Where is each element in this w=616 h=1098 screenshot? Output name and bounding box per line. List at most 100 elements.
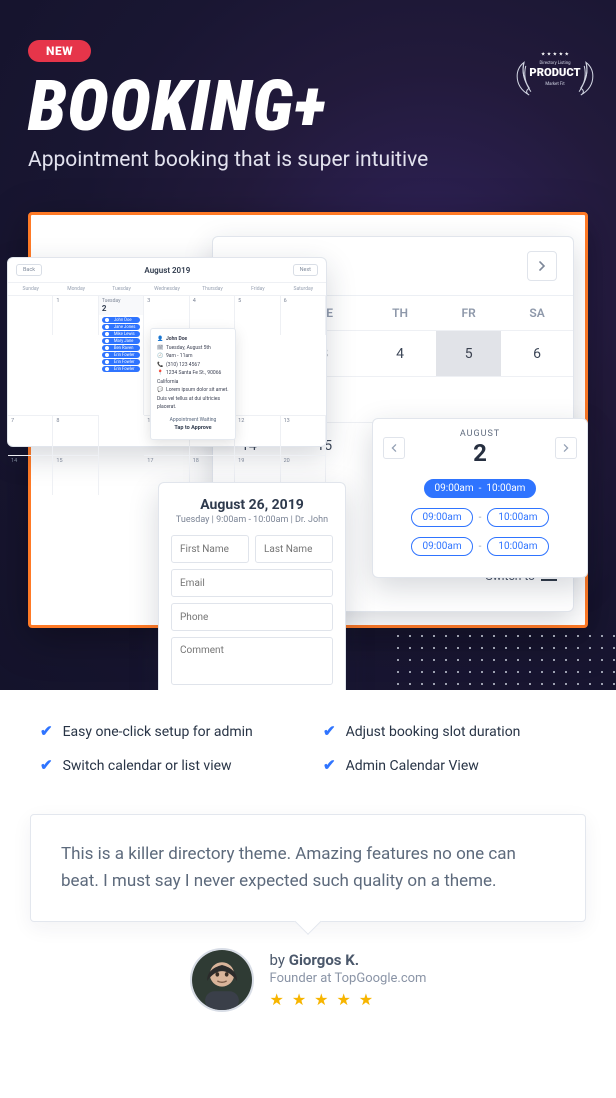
testimonial-author: by Giorgos K. Founder at TopGoogle.com ★… [30, 948, 586, 1012]
phone-icon: 📞 [157, 361, 163, 370]
calendar-day[interactable]: 7 [8, 415, 53, 455]
calendar-day-focused[interactable]: Tuesday2 John Doe Jane Jones Mike Lewis … [99, 295, 144, 415]
calendar-day[interactable] [364, 377, 436, 423]
decorative-dots [392, 630, 616, 690]
appointment-pill[interactable]: John Doe [102, 317, 140, 323]
appointment-pill[interactable]: Mike Lewis [102, 331, 140, 337]
calendar-day[interactable]: 13 [281, 415, 326, 455]
appointment-popover: 👤John Doe 🗓Tuesday, August 5th 🕘9am - 11… [150, 328, 236, 440]
calendar-day[interactable]: 12 [235, 415, 280, 455]
pin-icon: 📍 [157, 369, 163, 378]
time-sep: - [479, 541, 482, 552]
calendar-day[interactable]: 5 [235, 295, 280, 335]
calendar-day[interactable]: 15 [53, 455, 98, 495]
calendar-day[interactable]: 6 [281, 295, 326, 335]
chat-icon: 💬 [157, 386, 163, 395]
check-icon: ✔ [40, 758, 53, 773]
calendar-icon: 🗓 [157, 344, 163, 353]
calendar-day[interactable]: 8 [53, 415, 98, 455]
appointment-pill[interactable]: Mary Jane [102, 338, 140, 344]
comment-input[interactable] [171, 637, 333, 685]
calendar-day[interactable] [436, 377, 501, 423]
author-name: by Giorgos K. [270, 951, 427, 969]
form-date: August 26, 2019 [171, 497, 333, 513]
check-icon: ✔ [323, 724, 336, 739]
weekday-header: Thursday [190, 283, 235, 295]
feature-item: ✔ Admin Calendar View [323, 758, 576, 774]
star-rating: ★ ★ ★ ★ ★ [270, 990, 427, 1009]
slot-day: 2 [460, 439, 500, 467]
pop-addr: 1234 Santa Fe St., 90066 California [157, 370, 221, 385]
booking-form-card: August 26, 2019 Tuesday | 9:00am - 10:00… [158, 482, 346, 690]
time-slot[interactable]: 09:00am [411, 537, 472, 556]
weekday-header: Saturday [281, 283, 326, 295]
time-slot[interactable]: 10:00am [487, 537, 548, 556]
svg-text:PRODUCT: PRODUCT [529, 66, 580, 79]
first-name-input[interactable] [171, 535, 249, 563]
calendar-next-button[interactable] [527, 251, 557, 281]
time-slot[interactable]: 09:00am [411, 508, 472, 527]
weekday-header: Tuesday [99, 283, 144, 295]
pop-note: Lorem ipsum dolor sit amet. Duis vel tel… [157, 387, 229, 410]
approve-button[interactable]: Appointment Waiting Tap to Approve [157, 416, 229, 434]
back-button[interactable]: Back [16, 264, 42, 276]
pop-time: 9am - 11am [166, 353, 193, 359]
check-icon: ✔ [40, 724, 53, 739]
weekday-header: SA [501, 296, 573, 331]
next-day-button[interactable] [555, 437, 577, 459]
feature-list: ✔ Easy one-click setup for admin ✔ Adjus… [0, 690, 616, 804]
weekday-header: FR [436, 296, 501, 331]
feature-item: ✔ Switch calendar or list view [40, 758, 293, 774]
appointment-pill[interactable]: Erin Fowler [102, 366, 140, 372]
calendar-day[interactable] [501, 377, 573, 423]
time-slot[interactable]: 10:00am [487, 508, 548, 527]
last-name-input[interactable] [255, 535, 333, 563]
feature-item: ✔ Adjust booking slot duration [323, 724, 576, 740]
product-title: BOOKING+ [28, 72, 588, 142]
testimonial-card: This is a killer directory theme. Amazin… [30, 814, 586, 922]
prev-day-button[interactable] [383, 437, 405, 459]
new-badge: NEW [28, 40, 91, 62]
product-subtitle: Appointment booking that is super intuit… [28, 148, 588, 172]
feature-text: Admin Calendar View [346, 758, 479, 774]
appointment-pill[interactable]: Erin Fowler [102, 352, 140, 358]
testimonial-quote: This is a killer directory theme. Amazin… [61, 844, 516, 891]
time-slot-selected[interactable]: 09:00am - 10:00am [424, 479, 537, 498]
appointment-pill[interactable]: Erin Fowler [102, 359, 140, 365]
weekday-header: Sunday [8, 283, 53, 295]
calendar-day[interactable]: 14 [8, 455, 53, 495]
feature-text: Easy one-click setup for admin [63, 724, 253, 740]
weekday-header: TH [364, 296, 436, 331]
form-subline: Tuesday | 9:00am - 10:00am | Dr. John [171, 515, 333, 525]
svg-text:★ ★ ★ ★ ★: ★ ★ ★ ★ ★ [541, 52, 570, 58]
svg-text:Market Fit: Market Fit [545, 82, 565, 87]
appointment-pill[interactable]: Jane Jones [102, 324, 140, 330]
weekday-header: Monday [53, 283, 98, 295]
author-role: Founder at TopGoogle.com [270, 971, 427, 986]
phone-input[interactable] [171, 603, 333, 631]
calendar-day[interactable]: 4 [364, 331, 436, 377]
time-sep: - [479, 512, 482, 523]
next-button[interactable]: Next [293, 264, 318, 276]
hero: NEW BOOKING+ Appointment booking that is… [0, 0, 616, 690]
person-icon: 👤 [157, 335, 163, 344]
pop-name: John Doe [166, 336, 187, 342]
product-stamp: ★ ★ ★ ★ ★ Directory Listing PRODUCT Mark… [512, 28, 598, 114]
calendar-day[interactable]: 6 [501, 331, 573, 377]
calendar-day[interactable]: 5 [436, 331, 501, 377]
pop-phone: (310) 123 4567 [166, 362, 200, 368]
day-slot-card: AUGUST 2 09:00am - 10:00am 09:00am - 10:… [372, 418, 588, 578]
avatar [190, 948, 254, 1012]
check-icon: ✔ [323, 758, 336, 773]
calendar-day[interactable]: 1 [53, 295, 98, 335]
email-input[interactable] [171, 569, 333, 597]
calendar-day[interactable] [8, 295, 53, 335]
weekday-header: Wednesday [144, 283, 189, 295]
feature-text: Adjust booking slot duration [346, 724, 521, 740]
chevron-right-icon [562, 444, 570, 452]
chevron-left-icon [390, 444, 398, 452]
admin-calendar-card: Back August 2019 Next Sunday Monday Tues… [7, 257, 327, 447]
appointment-pill[interactable]: Ben Raven [102, 345, 140, 351]
feature-item: ✔ Easy one-click setup for admin [40, 724, 293, 740]
pop-date: Tuesday, August 5th [166, 345, 211, 351]
